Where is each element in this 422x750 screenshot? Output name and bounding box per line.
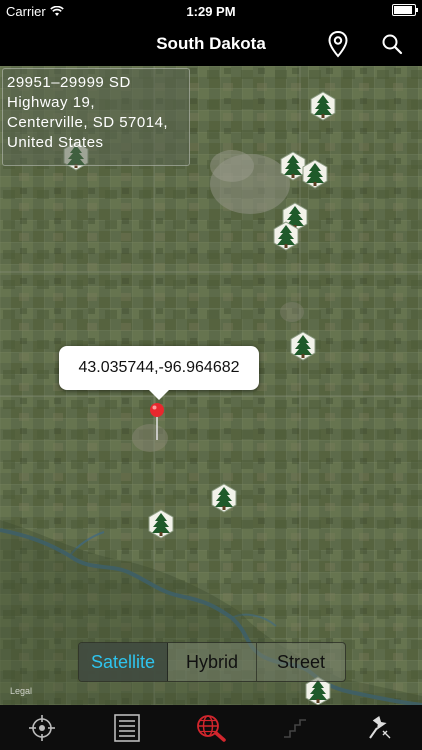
address-label: 29951–29999 SD Highway 19, Centerville, … (2, 68, 190, 166)
list-icon (113, 713, 140, 742)
tree-icon[interactable] (273, 221, 299, 251)
pushpin-icon (368, 715, 391, 739)
tab-bar (0, 705, 422, 750)
tree-icon[interactable] (310, 91, 336, 121)
map-pin-icon[interactable] (326, 30, 350, 58)
tab-list[interactable] (107, 710, 147, 746)
battery-icon (392, 4, 418, 16)
tab-pins[interactable] (360, 710, 400, 746)
status-right (392, 4, 418, 16)
tab-map-search[interactable] (191, 710, 231, 746)
segment-hybrid[interactable]: Hybrid (168, 643, 257, 681)
coordinate-callout[interactable]: 43.035744,-96.964682 (59, 346, 259, 400)
tab-locate[interactable] (22, 710, 62, 746)
globe-search-icon (197, 714, 226, 742)
segment-satellite[interactable]: Satellite (79, 643, 168, 681)
satellite-map[interactable]: 29951–29999 SD Highway 19, Centerville, … (0, 66, 422, 705)
search-icon[interactable] (380, 32, 404, 56)
elevation-icon (284, 718, 307, 738)
app-screen: Carrier 1:29 PM South Dakota 29951–29999… (0, 0, 422, 750)
status-time: 1:29 PM (186, 4, 236, 19)
tree-icon[interactable] (302, 159, 328, 189)
page-title: South Dakota (156, 34, 266, 53)
segment-street[interactable]: Street (257, 643, 345, 681)
map-type-selector[interactable]: Satellite Hybrid Street (78, 642, 346, 682)
tree-icon[interactable] (148, 509, 174, 539)
legal-link[interactable]: Legal (10, 686, 32, 696)
tree-icon[interactable] (290, 331, 316, 361)
dropped-pin-icon[interactable] (148, 402, 166, 442)
tab-elevation[interactable] (275, 710, 315, 746)
crosshair-icon (29, 714, 56, 741)
tree-icon[interactable] (211, 483, 237, 513)
status-bar: Carrier 1:29 PM (0, 0, 422, 22)
navigation-bar: South Dakota (0, 22, 422, 66)
